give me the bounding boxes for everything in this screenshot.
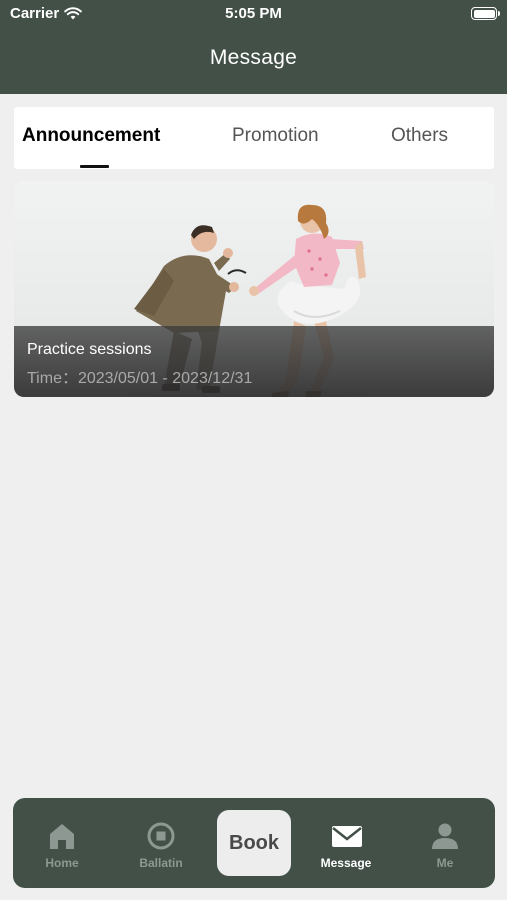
announcement-card[interactable]: Practice sessions Time：2023/05/01 - 2023… bbox=[14, 181, 494, 397]
active-tab-indicator bbox=[80, 165, 109, 168]
status-bar: Carrier 5:05 PM bbox=[0, 0, 507, 28]
home-icon bbox=[50, 824, 74, 849]
tab-promotion[interactable]: Promotion bbox=[232, 125, 319, 147]
tabbar-label-home: Home bbox=[45, 856, 79, 870]
status-time: 5:05 PM bbox=[225, 5, 282, 22]
battery-icon bbox=[471, 7, 500, 20]
tabbar-item-me[interactable]: Me bbox=[405, 798, 485, 888]
battery-level bbox=[473, 9, 495, 18]
tabbar-item-message[interactable]: Message bbox=[306, 798, 386, 888]
tabbar-item-ballatin[interactable]: Ballatin bbox=[121, 798, 201, 888]
tabbar-label-ballatin: Ballatin bbox=[139, 856, 183, 870]
announcement-time: Time：2023/05/01 - 2023/12/31 bbox=[27, 370, 253, 387]
announcement-title: Practice sessions bbox=[27, 341, 152, 358]
bottom-tab-bar: Home Ballatin Book Message Me bbox=[13, 798, 495, 888]
tabbar-label-message: Message bbox=[320, 856, 372, 870]
tabbar-label-me: Me bbox=[436, 856, 454, 870]
message-category-tabs: Announcement Promotion Others bbox=[14, 107, 494, 169]
person-icon bbox=[432, 823, 458, 849]
circle-stop-icon bbox=[147, 822, 175, 850]
envelope-icon bbox=[332, 826, 362, 847]
page-title: Message bbox=[209, 46, 298, 69]
book-button[interactable]: Book bbox=[217, 810, 291, 876]
tab-others[interactable]: Others bbox=[391, 125, 448, 147]
tabbar-item-home[interactable]: Home bbox=[22, 798, 102, 888]
header: Carrier 5:05 PM Message bbox=[0, 0, 507, 94]
tab-announcement[interactable]: Announcement bbox=[22, 125, 160, 147]
